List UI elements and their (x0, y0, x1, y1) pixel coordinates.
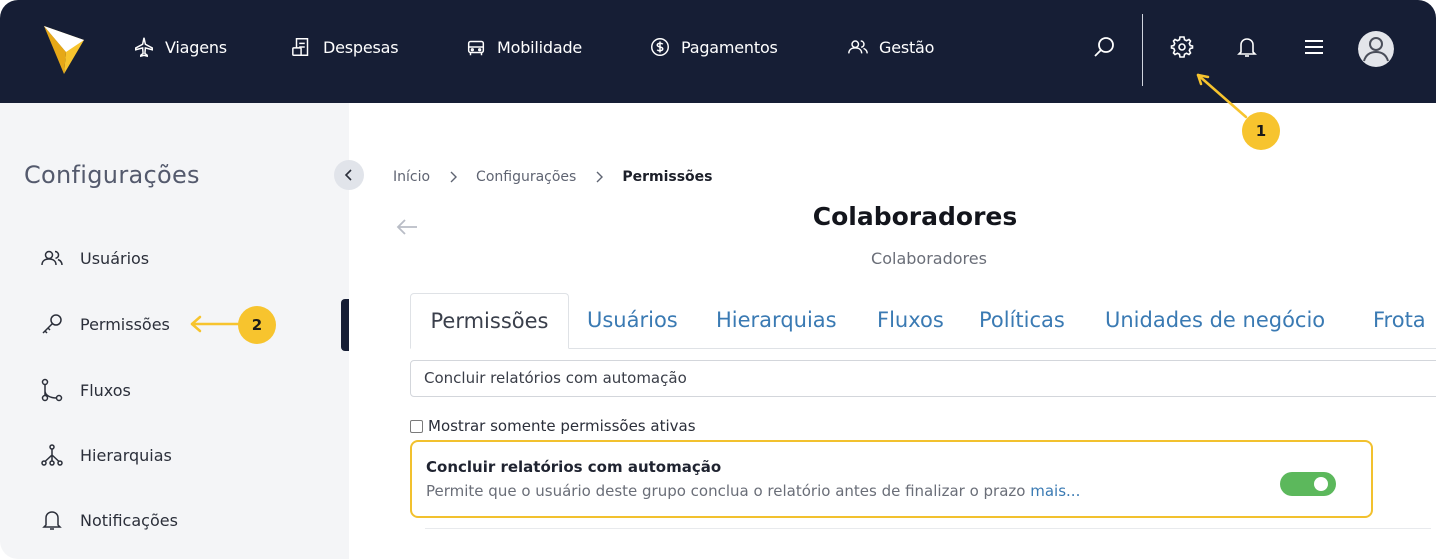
permission-search-input[interactable]: Concluir relatórios com automação (410, 360, 1436, 397)
permission-description: Permite que o usuário deste grupo conclu… (426, 482, 1026, 500)
tab-usuarios[interactable]: Usuários (587, 293, 678, 349)
breadcrumb-inicio[interactable]: Início (393, 169, 430, 185)
nav-gestao[interactable]: Gestão (847, 34, 934, 60)
dollar-coin-icon (651, 38, 669, 56)
nav-mobilidade-label: Mobilidade (497, 37, 583, 57)
nav-mobilidade[interactable]: Mobilidade (465, 34, 582, 60)
callout-badge-2: 2 (238, 306, 276, 344)
top-navbar: Viagens Despesas Mobilidade Pagamentos G… (0, 0, 1436, 103)
bell-icon (1237, 38, 1257, 57)
sidebar: Configurações Usuários Permissões Fluxos… (0, 103, 349, 559)
navbar-divider (1142, 14, 1143, 86)
nav-viagens[interactable]: Viagens (133, 34, 227, 60)
nav-pagamentos[interactable]: Pagamentos (649, 34, 778, 60)
sidebar-item-permissoes[interactable]: Permissões (40, 312, 170, 336)
divider (425, 528, 1431, 529)
permission-card: Concluir relatórios com automação Permit… (410, 440, 1373, 518)
sidebar-item-fluxos[interactable]: Fluxos (40, 378, 131, 402)
sidebar-item-label: Permissões (80, 314, 170, 334)
avatar-icon[interactable] (1358, 27, 1394, 71)
tab-fluxos[interactable]: Fluxos (877, 293, 944, 349)
page-title: Colaboradores (812, 202, 1018, 231)
callout-badge-1: 1 (1242, 112, 1280, 150)
search-button[interactable] (1091, 34, 1117, 60)
sidebar-title: Configurações (24, 161, 200, 189)
menu-icon (1305, 40, 1323, 54)
nav-gestao-label: Gestão (879, 37, 935, 57)
breadcrumb-configuracoes[interactable]: Configurações (476, 169, 576, 185)
permission-title: Concluir relatórios com automação (426, 458, 722, 476)
key-icon (42, 314, 62, 334)
users-icon (848, 40, 868, 54)
nav-despesas-label: Despesas (323, 37, 399, 57)
nav-viagens-label: Viagens (165, 37, 227, 57)
breadcrumb: Início Configurações Permissões (393, 169, 713, 185)
tab-bar: Permissões Usuários Hierarquias Fluxos P… (410, 293, 1436, 349)
page-subtitle: Colaboradores (871, 249, 987, 268)
receipt-icon (292, 38, 309, 56)
tab-unidades-de-negocio[interactable]: Unidades de negócio (1105, 293, 1325, 349)
sidebar-item-label: Fluxos (80, 380, 131, 400)
permission-description-row: Permite que o usuário deste grupo conclu… (426, 482, 1080, 500)
bell-icon (42, 511, 62, 530)
chevron-left-icon (344, 169, 352, 181)
brand-logo[interactable] (44, 26, 84, 76)
sidebar-item-notificacoes[interactable]: Notificações (40, 508, 178, 532)
hierarchy-icon (41, 444, 63, 466)
active-indicator (341, 299, 349, 351)
menu-button[interactable] (1301, 34, 1327, 60)
gear-icon (1170, 36, 1194, 58)
car-icon (467, 40, 485, 56)
chevron-right-icon (594, 170, 604, 184)
active-only-filter: Mostrar somente permissões ativas (410, 417, 696, 435)
tab-hierarquias[interactable]: Hierarquias (716, 293, 837, 349)
tab-politicas[interactable]: Políticas (979, 293, 1065, 349)
sidebar-item-hierarquias[interactable]: Hierarquias (40, 443, 172, 467)
toggle-knob (1314, 477, 1328, 491)
active-only-checkbox[interactable] (410, 419, 423, 433)
flow-icon (41, 378, 63, 402)
tab-frota[interactable]: Frota (1373, 293, 1426, 349)
permission-toggle[interactable] (1280, 472, 1336, 496)
permission-more-link[interactable]: mais... (1030, 482, 1080, 500)
nav-pagamentos-label: Pagamentos (681, 37, 778, 57)
sidebar-item-label: Hierarquias (80, 445, 172, 465)
tab-permissoes[interactable]: Permissões (410, 293, 569, 349)
notifications-button[interactable] (1234, 34, 1260, 60)
airplane-icon (135, 37, 153, 58)
settings-button[interactable] (1169, 34, 1195, 60)
search-icon (1094, 37, 1114, 57)
active-only-label: Mostrar somente permissões ativas (428, 417, 696, 435)
chevron-right-icon (448, 170, 458, 184)
collapse-sidebar-button[interactable] (334, 160, 364, 190)
sidebar-item-label: Notificações (80, 510, 178, 530)
breadcrumb-permissoes: Permissões (622, 169, 713, 185)
nav-despesas[interactable]: Despesas (291, 34, 399, 60)
